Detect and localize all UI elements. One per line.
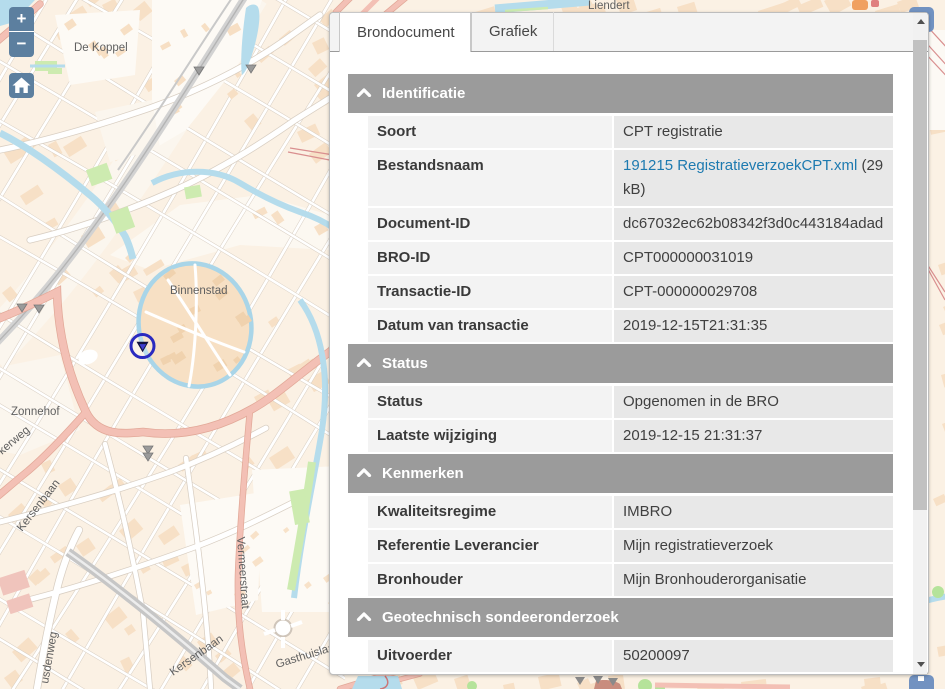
svg-text:De Koppel: De Koppel <box>74 42 128 54</box>
svg-text:Binnenstad: Binnenstad <box>170 285 228 297</box>
svg-text:Liendert: Liendert <box>588 0 630 12</box>
svg-text:Zonnehof: Zonnehof <box>11 406 60 418</box>
